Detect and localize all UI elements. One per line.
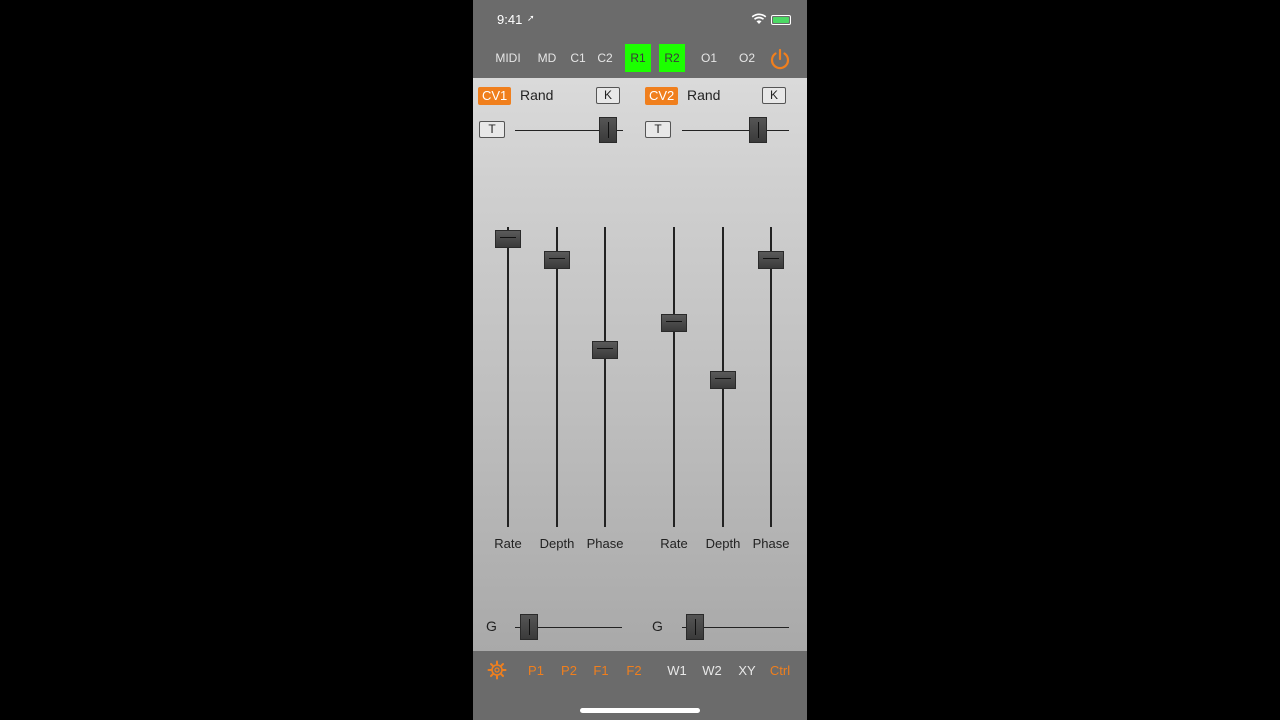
nav-tab-midi[interactable]: MIDI <box>490 44 526 72</box>
bottom-tab-f1[interactable]: F1 <box>591 663 611 678</box>
cv2-t-button[interactable]: T <box>645 121 671 138</box>
cv1-depth-fader-thumb[interactable] <box>544 251 570 269</box>
cv1-t-slider-thumb[interactable] <box>598 117 617 143</box>
cv2-key-button[interactable]: K <box>762 87 786 104</box>
cv2-g-slider-thumb[interactable] <box>686 614 705 640</box>
cv2-t-slider-track[interactable] <box>682 130 789 131</box>
cv1-t-button[interactable]: T <box>479 121 505 138</box>
cv1-g-slider-thumb[interactable] <box>519 614 538 640</box>
cv2-g-label: G <box>652 618 663 634</box>
bottom-tab-w1[interactable]: W1 <box>665 663 689 678</box>
cv1-depth-fader-track[interactable] <box>556 227 558 527</box>
cv1-phase-fader-thumb[interactable] <box>592 341 618 359</box>
wifi-icon <box>751 13 767 24</box>
cv2-phase-fader-thumb[interactable] <box>758 251 784 269</box>
nav-tab-r2[interactable]: R2 <box>659 44 685 72</box>
phone-screen: 9:41 ➚ MIDI MD C1 C2 R1 R2 O1 O2 CV1 Ran… <box>473 0 807 720</box>
cv1-g-label: G <box>486 618 497 634</box>
cv1-rate-fader-thumb[interactable] <box>495 230 521 248</box>
cv2-depth-label: Depth <box>705 536 741 551</box>
bottom-tab-p1[interactable]: P1 <box>524 663 548 678</box>
cv2-rate-fader-thumb[interactable] <box>661 314 687 332</box>
home-indicator[interactable] <box>580 708 700 713</box>
cv1-key-button[interactable]: K <box>596 87 620 104</box>
cv2-type-label: Rand <box>687 87 721 103</box>
control-panel: CV1 Rand K T CV2 Rand K T Rate Depth Pha… <box>473 78 807 651</box>
cv1-depth-label: Depth <box>539 536 575 551</box>
cv1-phase-fader-track[interactable] <box>604 227 606 527</box>
cv1-rate-label: Rate <box>494 536 522 551</box>
top-nav: MIDI MD C1 C2 R1 R2 O1 O2 <box>473 44 807 74</box>
nav-tab-o1[interactable]: O1 <box>696 44 722 72</box>
status-time: 9:41 <box>497 12 523 27</box>
status-bar: 9:41 ➚ <box>473 0 807 40</box>
nav-tab-c1[interactable]: C1 <box>567 44 589 72</box>
gear-icon[interactable] <box>487 660 507 680</box>
nav-tab-md[interactable]: MD <box>533 44 561 72</box>
cv2-rate-fader-track[interactable] <box>673 227 675 527</box>
bottom-tab-ctrl[interactable]: Ctrl <box>766 663 794 678</box>
cv1-rate-fader-track[interactable] <box>507 227 509 527</box>
battery-icon <box>771 15 791 25</box>
nav-tab-r1[interactable]: R1 <box>625 44 651 72</box>
nav-tab-c2[interactable]: C2 <box>593 44 617 72</box>
bottom-nav: P1 P2 F1 F2 W1 W2 XY Ctrl <box>473 651 807 691</box>
bottom-tab-w2[interactable]: W2 <box>700 663 724 678</box>
nav-tab-o2[interactable]: O2 <box>734 44 760 72</box>
bottom-tab-p2[interactable]: P2 <box>557 663 581 678</box>
cv1-phase-label: Phase <box>586 536 624 551</box>
bottom-tab-f2[interactable]: F2 <box>624 663 644 678</box>
cv1-tag[interactable]: CV1 <box>478 87 512 105</box>
location-arrow-icon: ➚ <box>527 13 535 23</box>
bottom-tab-xy[interactable]: XY <box>736 663 758 678</box>
cv2-phase-label: Phase <box>752 536 790 551</box>
cv1-type-label: Rand <box>520 87 554 103</box>
cv2-rate-label: Rate <box>660 536 688 551</box>
cv2-phase-fader-track[interactable] <box>770 227 772 527</box>
cv2-tag[interactable]: CV2 <box>645 87 679 105</box>
power-icon[interactable] <box>769 48 791 70</box>
cv2-depth-fader-thumb[interactable] <box>710 371 736 389</box>
cv2-t-slider-thumb[interactable] <box>748 117 767 143</box>
